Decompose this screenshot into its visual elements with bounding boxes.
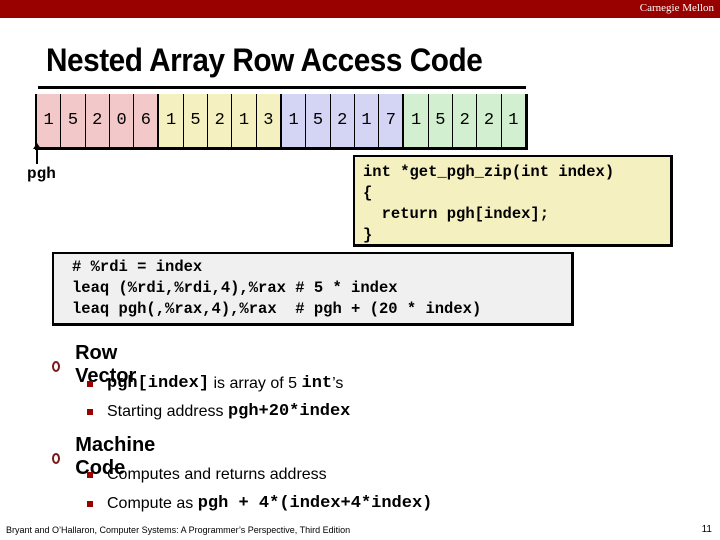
code-line: leaq pgh(,%rax,4),%rax # pgh + (20 * ind… (72, 300, 482, 318)
square-bullet-icon (87, 408, 93, 415)
array-cell: 1 (501, 94, 525, 147)
array-cell: 3 (256, 94, 282, 147)
array-cell: 1 (354, 94, 380, 147)
code-line: # %rdi = index (72, 258, 203, 276)
array-cell: 6 (134, 94, 160, 147)
pgh-array: 15206152131521715221 (35, 94, 528, 150)
code-line: int *get_pgh_zip(int index) (363, 163, 615, 181)
text-fragment: Computes and returns address (107, 466, 327, 483)
text-fragment: ’s (332, 374, 344, 392)
code-fragment: int (301, 374, 333, 393)
brand-label: Carnegie Mellon (639, 2, 714, 14)
pointer-arrow-icon (33, 143, 41, 164)
array-cell: 2 (477, 94, 502, 147)
header-bar: Carnegie Mellon (0, 0, 720, 18)
square-bullet-icon (87, 500, 93, 507)
array-cell: 1 (232, 94, 257, 147)
bullet-item: Computes and returns address (87, 466, 327, 484)
array-cell: 1 (404, 94, 429, 147)
array-cell: 5 (306, 94, 331, 147)
c-code-box: int *get_pgh_zip(int index) { return pgh[… (353, 155, 673, 247)
code-fragment: pgh+20*index (227, 402, 351, 421)
code-line: { (363, 184, 373, 202)
array-cell: 5 (428, 94, 454, 147)
array-cell: 1 (281, 94, 307, 147)
bullet-item: pgh[index] is array of 5 int’s (87, 374, 343, 393)
array-cell: 2 (330, 94, 355, 147)
array-cell: 2 (85, 94, 110, 147)
text-fragment: Compute as (107, 494, 198, 512)
array-cell: 1 (37, 94, 62, 147)
code-line: leaq (%rdi,%rdi,4),%rax # 5 * index (72, 279, 398, 297)
code-fragment: pgh[index] (107, 374, 210, 393)
footer-citation: Bryant and O’Hallaron, Computer Systems:… (6, 525, 351, 535)
array-cell: 1 (159, 94, 184, 147)
bullet-item: Starting address pgh+20*index (87, 402, 350, 421)
slide-title: Nested Array Row Access Code (46, 42, 483, 78)
code-line: } (363, 226, 373, 244)
array-cell: 7 (379, 94, 405, 147)
title-underline (38, 86, 526, 89)
square-bullet-icon (87, 472, 93, 478)
bullet-item: Compute as pgh + 4*(index+4*index) (87, 494, 432, 513)
array-cell: 2 (453, 94, 478, 147)
asm-code-box: # %rdi = index leaq (%rdi,%rdi,4),%rax # … (52, 252, 574, 326)
page-number: 11 (701, 524, 712, 535)
text-fragment: Starting address (107, 402, 228, 420)
code-line: return pgh[index]; (363, 205, 550, 223)
text-fragment: is array of 5 (209, 374, 302, 392)
asm-code: # %rdi = index leaq (%rdi,%rdi,4),%rax # … (72, 257, 481, 320)
pgh-label: pgh (27, 165, 56, 183)
array-cell: 0 (109, 94, 135, 147)
code-fragment: pgh + 4*(index+4*index) (197, 494, 433, 513)
ring-bullet-icon (52, 452, 61, 464)
array-cell: 5 (183, 94, 209, 147)
array-cell: 5 (61, 94, 86, 147)
square-bullet-icon (87, 380, 93, 387)
c-code: int *get_pgh_zip(int index) { return pgh[… (363, 162, 614, 246)
ring-bullet-icon (52, 360, 61, 372)
array-cell: 2 (208, 94, 233, 147)
